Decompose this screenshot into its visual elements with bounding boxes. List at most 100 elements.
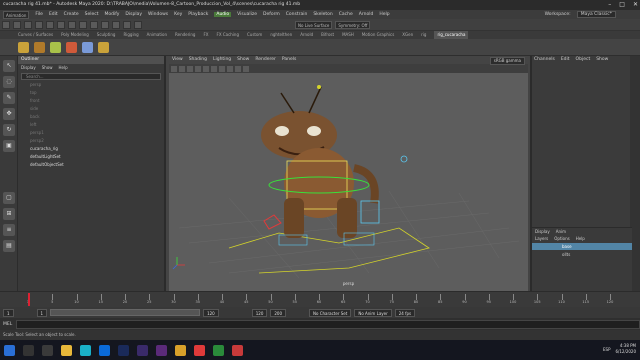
shelf-tab[interactable]: Animation — [147, 31, 167, 39]
smooth-shade-icon[interactable] — [195, 65, 201, 72]
shadows-icon[interactable] — [219, 65, 225, 72]
folder-icon[interactable] — [175, 344, 186, 356]
foot-controls[interactable] — [278, 232, 375, 246]
textured-icon[interactable] — [203, 65, 209, 72]
wireframe-icon[interactable] — [187, 65, 193, 72]
viewport-menu-panels[interactable]: Panels — [282, 56, 296, 64]
xray-icon[interactable] — [227, 65, 233, 72]
ik-control[interactable] — [263, 214, 282, 230]
graph-layout-icon[interactable]: ▤ — [3, 240, 15, 252]
search-icon[interactable] — [23, 344, 34, 356]
fps-dropdown[interactable]: 24 fps — [394, 308, 416, 317]
minimize-icon[interactable]: – — [608, 0, 611, 10]
maya-app-icon[interactable] — [80, 344, 91, 356]
shelf-tab[interactable]: Rendering — [175, 31, 195, 39]
clock[interactable]: 4:38 PM 6/12/2020 — [615, 343, 636, 355]
outliner-item[interactable]: persp2 — [18, 137, 164, 145]
outliner-item[interactable]: side — [18, 105, 164, 113]
rig-control-icon[interactable] — [18, 41, 29, 53]
select-component-icon[interactable] — [79, 20, 87, 29]
undo-icon[interactable] — [35, 20, 43, 29]
viewport-panel[interactable]: View Shading Lighting Show Renderer Pane… — [169, 56, 528, 291]
range-end-field[interactable]: 120 — [203, 308, 219, 317]
viewport-menu-lighting[interactable]: Lighting — [213, 56, 231, 64]
app-icon[interactable] — [213, 344, 224, 356]
outliner-item[interactable]: persp — [18, 81, 164, 89]
antenna-control[interactable] — [317, 85, 321, 89]
ipr-render-icon[interactable] — [134, 20, 142, 29]
select-tool-icon[interactable]: ↖ — [3, 60, 15, 72]
start-frame-field[interactable]: 1 — [3, 308, 14, 317]
outliner-item-rig[interactable]: cucaracha_rig — [18, 145, 164, 153]
app-icon[interactable] — [194, 344, 205, 356]
mel-input[interactable] — [16, 319, 640, 329]
save-scene-icon[interactable] — [24, 20, 32, 29]
menu-item-skeleton[interactable]: Skeleton — [313, 12, 332, 17]
menu-item-arnold[interactable]: Arnold — [359, 12, 374, 17]
end-frame-field[interactable]: 120 — [251, 308, 268, 317]
menu-item-visualize[interactable]: Visualize — [237, 12, 257, 17]
menu-item-display[interactable]: Display — [125, 12, 142, 17]
scale-tool-icon[interactable]: ▣ — [3, 140, 15, 152]
lights-icon[interactable] — [211, 65, 217, 72]
select-hierarchy-icon[interactable] — [57, 20, 65, 29]
snap-point-icon[interactable] — [112, 20, 120, 29]
outliner-item[interactable]: front — [18, 97, 164, 105]
live-surface-field[interactable]: No Live Surface — [295, 20, 333, 29]
exposure-icon[interactable] — [243, 65, 249, 72]
channel-menu-channels[interactable]: Channels — [534, 56, 555, 64]
menu-item-edit[interactable]: Edit — [49, 12, 58, 17]
rig-control-icon[interactable] — [34, 41, 45, 53]
shelf-tab[interactable]: XGen — [402, 31, 413, 39]
edge-icon[interactable] — [99, 344, 110, 356]
layer-row[interactable]: ollts — [532, 251, 632, 258]
outliner-menu-show[interactable]: Show — [42, 64, 53, 72]
character-set-dropdown[interactable]: No Character Set — [309, 308, 352, 317]
outliner-item[interactable]: left — [18, 121, 164, 129]
menu-item-audio[interactable]: Audio — [214, 12, 232, 17]
rig-control-icon[interactable] — [82, 41, 93, 53]
menu-item-key[interactable]: Key — [174, 12, 182, 17]
layer-menu-options[interactable]: Options — [554, 235, 569, 242]
task-view-icon[interactable] — [42, 344, 53, 356]
layer-tab-anim[interactable]: Anim — [556, 228, 566, 235]
hand-control[interactable] — [360, 200, 380, 224]
menu-item-create[interactable]: Create — [64, 12, 79, 17]
maximize-icon[interactable]: □ — [619, 0, 625, 10]
shelf-tab[interactable]: Bifrost — [321, 31, 334, 39]
channel-menu-object[interactable]: Object — [576, 56, 591, 64]
snap-grid-icon[interactable] — [90, 20, 98, 29]
foot-control-curve[interactable] — [228, 227, 430, 274]
redo-icon[interactable] — [46, 20, 54, 29]
viewport-menu-renderer[interactable]: Renderer — [255, 56, 276, 64]
layer-menu-help[interactable]: Help — [576, 235, 585, 242]
app-icon[interactable] — [232, 344, 243, 356]
menu-item-playback[interactable]: Playback — [188, 12, 208, 17]
character-leg[interactable] — [284, 198, 304, 238]
outliner-menu-display[interactable]: Display — [21, 64, 36, 72]
playhead[interactable] — [28, 293, 30, 306]
explorer-icon[interactable] — [61, 344, 72, 356]
scene-view[interactable] — [169, 73, 528, 283]
open-scene-icon[interactable] — [13, 20, 21, 29]
menuset-selector[interactable]: Animation — [3, 10, 30, 19]
menu-item-windows[interactable]: Windows — [148, 12, 168, 17]
menu-item-modify[interactable]: Modify — [105, 12, 120, 17]
four-view-icon[interactable]: ⊞ — [3, 208, 15, 220]
character-leg[interactable] — [337, 198, 357, 238]
pole-vector-control[interactable] — [400, 155, 408, 163]
shelf-tab[interactable]: Motion Graphics — [362, 31, 395, 39]
start-icon[interactable] — [4, 344, 15, 356]
grid-icon[interactable] — [179, 65, 185, 72]
select-object-icon[interactable] — [68, 20, 76, 29]
shelf-tab[interactable]: Poly Modeling — [61, 31, 89, 39]
menu-item-constrain[interactable]: Constrain — [286, 12, 308, 17]
channel-menu-edit[interactable]: Edit — [561, 56, 570, 64]
after-effects-icon[interactable] — [156, 344, 167, 356]
colorspace-dropdown[interactable]: sRGB gamma — [489, 57, 525, 65]
shelf-tab[interactable]: Custom — [247, 31, 262, 39]
isolate-icon[interactable] — [235, 65, 241, 72]
outliner-search-input[interactable]: Search... — [21, 73, 161, 80]
time-slider[interactable]: 1510152025303540455055606570758085909510… — [0, 291, 640, 307]
shelf-tab[interactable]: FX — [203, 31, 208, 39]
